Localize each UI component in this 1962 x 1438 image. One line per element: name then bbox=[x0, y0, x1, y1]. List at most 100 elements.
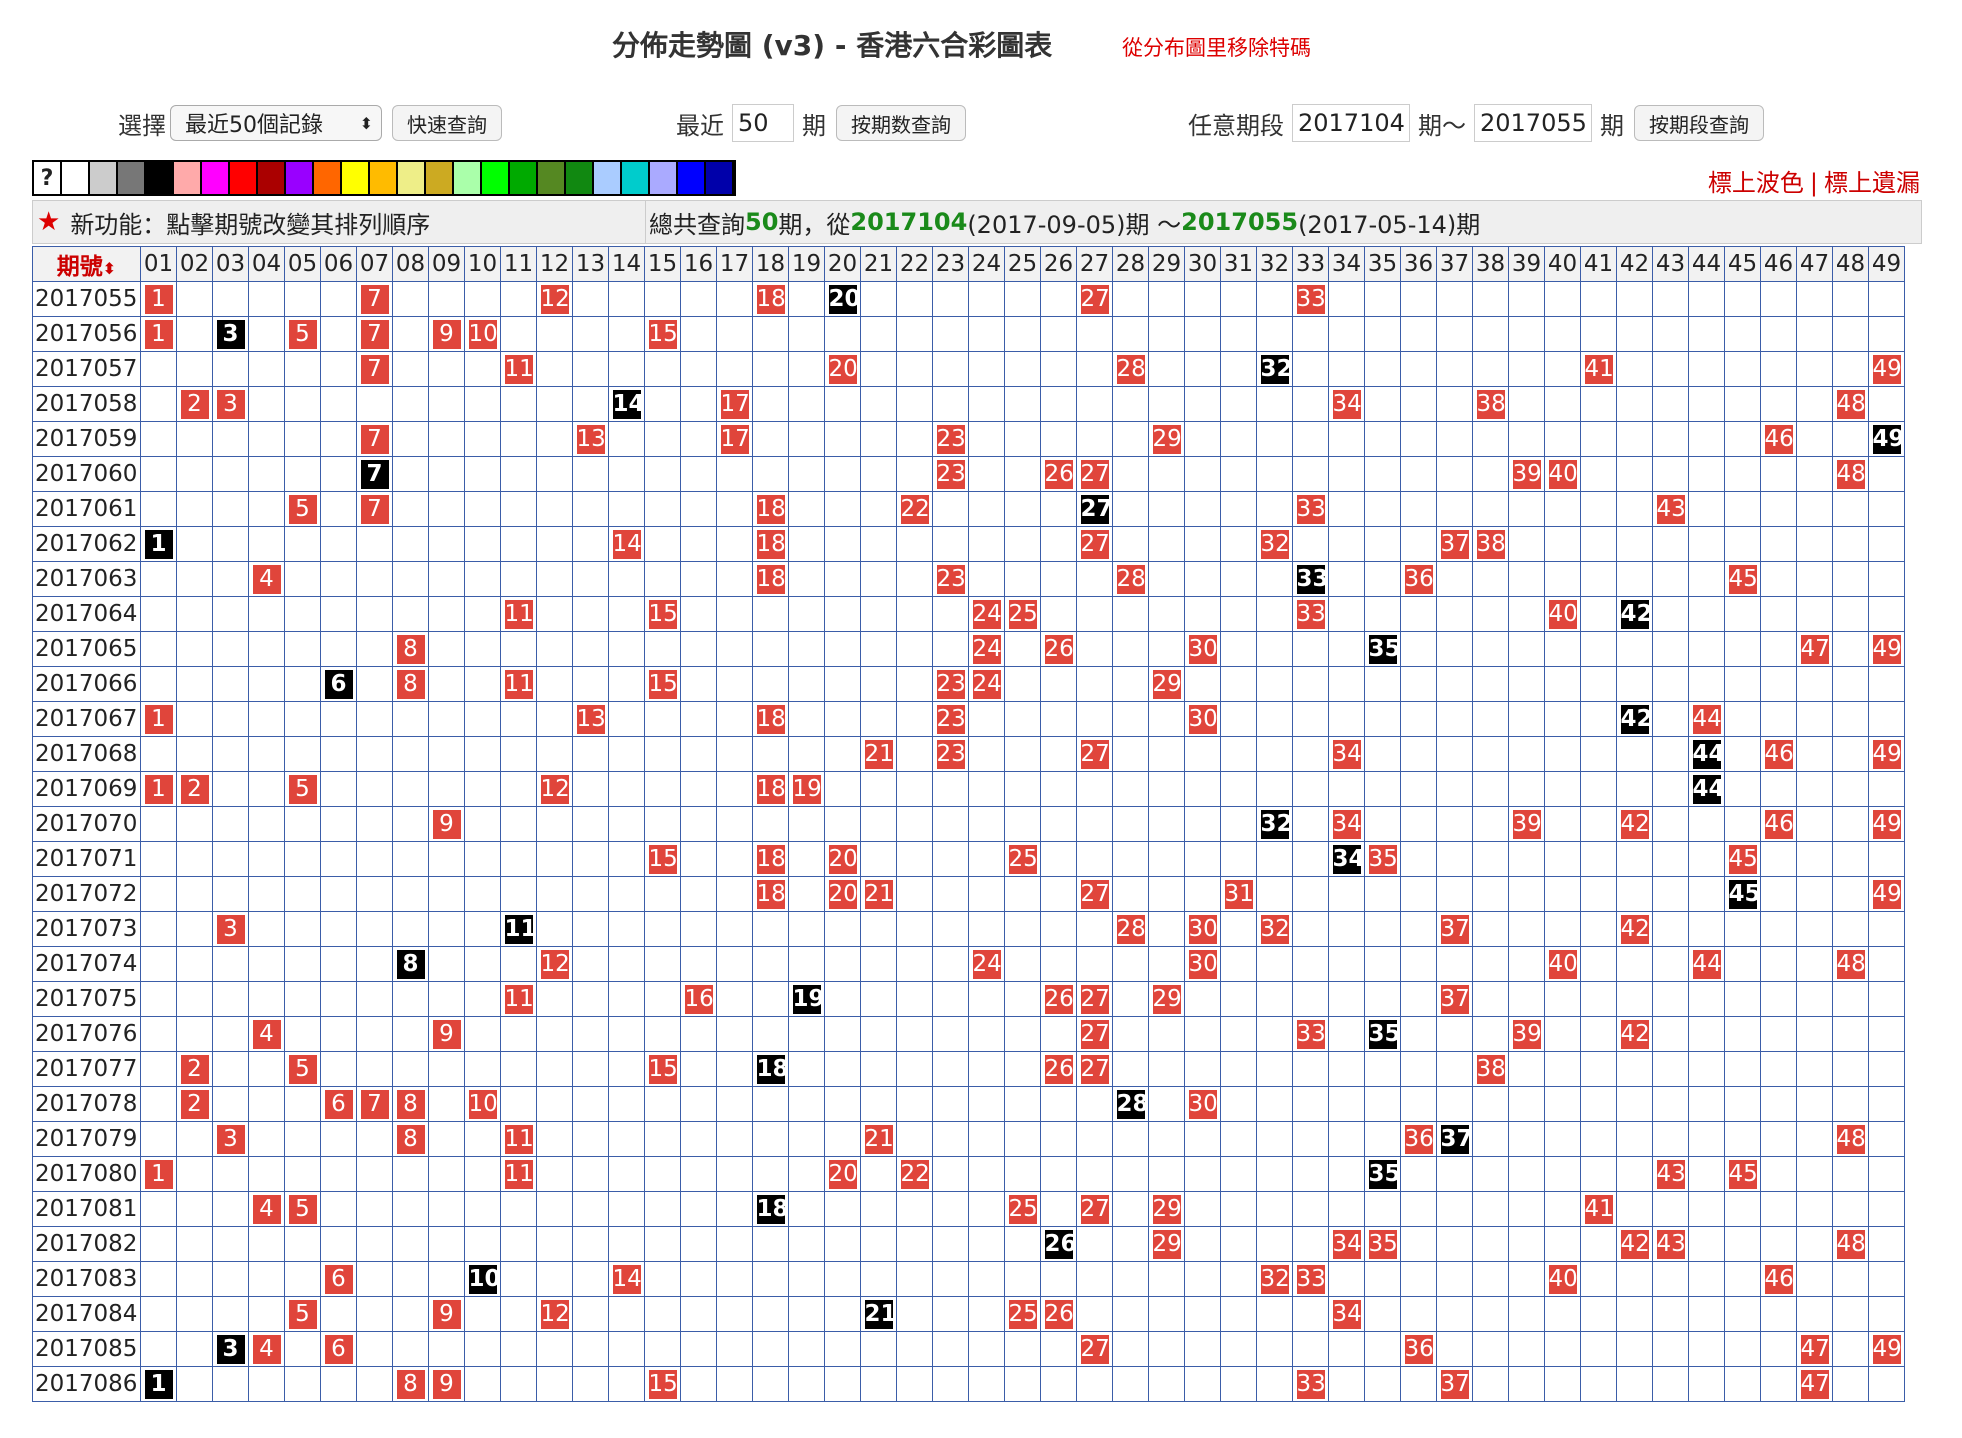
period-cell: 2017058 bbox=[32, 386, 141, 422]
drawn-number-ball: 37 bbox=[1440, 914, 1470, 944]
number-cell bbox=[284, 526, 321, 562]
table-row: 2017086 1 8 9 15 33 37 47 bbox=[32, 1366, 1905, 1402]
color-swatch[interactable] bbox=[678, 162, 706, 194]
range-from-input[interactable]: 2017104 bbox=[1292, 104, 1410, 142]
number-cell bbox=[1508, 421, 1545, 457]
number-cell bbox=[608, 1051, 645, 1087]
number-cell bbox=[500, 386, 537, 422]
number-cell bbox=[140, 596, 177, 632]
missing-link[interactable]: 標上遺漏 bbox=[1824, 169, 1920, 197]
number-cell bbox=[1724, 701, 1761, 737]
number-cell bbox=[716, 666, 753, 702]
color-swatch[interactable] bbox=[62, 162, 90, 194]
special-number-ball: 33 bbox=[1296, 564, 1329, 594]
number-cell bbox=[248, 386, 285, 422]
color-swatch[interactable] bbox=[286, 162, 314, 194]
number-cell bbox=[716, 526, 753, 562]
drawn-number-ball: 25 bbox=[1008, 1194, 1038, 1224]
quick-query-button[interactable]: 快速查詢 bbox=[392, 105, 502, 141]
period-cell: 2017059 bbox=[32, 421, 141, 457]
period-sort-header[interactable]: 期號⬍ bbox=[32, 246, 141, 282]
recent-count-input[interactable]: 50 bbox=[732, 104, 794, 142]
number-cell: 11 bbox=[500, 981, 537, 1017]
number-cell bbox=[1868, 1016, 1905, 1052]
color-swatch[interactable] bbox=[146, 162, 174, 194]
number-cell bbox=[1292, 1191, 1329, 1227]
color-swatch[interactable] bbox=[174, 162, 202, 194]
number-cell bbox=[608, 421, 645, 457]
number-cell bbox=[1724, 596, 1761, 632]
color-swatch[interactable] bbox=[314, 162, 342, 194]
number-cell bbox=[1148, 736, 1185, 772]
color-swatch-question[interactable]: ? bbox=[34, 162, 62, 194]
number-cell bbox=[356, 1366, 393, 1402]
number-cell bbox=[1688, 1016, 1725, 1052]
color-swatch[interactable] bbox=[650, 162, 678, 194]
number-cell bbox=[1616, 771, 1653, 807]
period-cell: 2017078 bbox=[32, 1086, 141, 1122]
number-cell: 35 bbox=[1364, 1016, 1401, 1052]
color-swatch[interactable] bbox=[426, 162, 454, 194]
number-cell bbox=[1040, 1261, 1077, 1297]
color-swatch[interactable] bbox=[118, 162, 146, 194]
color-swatch[interactable] bbox=[594, 162, 622, 194]
number-cell bbox=[1796, 666, 1833, 702]
table-row: 2017069 1 2 5 12 18 19 44 bbox=[32, 771, 1905, 807]
number-cell bbox=[1040, 911, 1077, 947]
number-cell: 8 bbox=[392, 946, 429, 982]
number-cell bbox=[140, 456, 177, 492]
color-swatch[interactable] bbox=[90, 162, 118, 194]
number-cell bbox=[896, 351, 933, 387]
number-cell: 49 bbox=[1868, 351, 1905, 387]
query-by-count-button[interactable]: 按期数查詢 bbox=[836, 105, 966, 141]
drawn-number-ball: 36 bbox=[1404, 564, 1434, 594]
number-cell bbox=[1616, 526, 1653, 562]
number-cell bbox=[1328, 1191, 1365, 1227]
color-swatch[interactable] bbox=[454, 162, 482, 194]
number-cell bbox=[716, 1226, 753, 1262]
number-cell bbox=[752, 1296, 789, 1332]
number-cell bbox=[1436, 876, 1473, 912]
number-cell: 36 bbox=[1400, 1121, 1437, 1157]
special-code-note: 從分布圖里移除特碼 bbox=[1122, 36, 1311, 60]
number-cell bbox=[1580, 281, 1617, 317]
number-cell bbox=[1184, 1121, 1221, 1157]
color-swatch[interactable] bbox=[482, 162, 510, 194]
color-swatch[interactable] bbox=[230, 162, 258, 194]
range-to-input[interactable]: 2017055 bbox=[1474, 104, 1592, 142]
record-count-select[interactable]: 最近50個記錄 ⬍ bbox=[170, 105, 382, 141]
number-cell bbox=[968, 491, 1005, 527]
number-cell: 32 bbox=[1256, 1261, 1293, 1297]
number-cell bbox=[824, 421, 861, 457]
table-row: 2017064 11 15 24 25 33 40 42 bbox=[32, 596, 1905, 632]
number-cell bbox=[1652, 1121, 1689, 1157]
number-cell bbox=[1220, 351, 1257, 387]
color-swatch[interactable] bbox=[342, 162, 370, 194]
number-cell bbox=[1688, 386, 1725, 422]
color-swatch[interactable] bbox=[566, 162, 594, 194]
number-cell bbox=[320, 1121, 357, 1157]
color-swatch[interactable] bbox=[202, 162, 230, 194]
color-swatch[interactable] bbox=[538, 162, 566, 194]
number-cell: 46 bbox=[1760, 736, 1797, 772]
wave-color-link[interactable]: 標上波色 bbox=[1708, 169, 1804, 197]
color-swatch[interactable] bbox=[706, 162, 734, 194]
number-cell bbox=[1436, 666, 1473, 702]
color-swatch[interactable] bbox=[398, 162, 426, 194]
color-swatch[interactable] bbox=[510, 162, 538, 194]
number-cell bbox=[320, 946, 357, 982]
number-cell: 5 bbox=[284, 1191, 321, 1227]
number-cell bbox=[752, 421, 789, 457]
number-cell bbox=[1184, 316, 1221, 352]
color-swatch[interactable] bbox=[370, 162, 398, 194]
number-cell bbox=[284, 876, 321, 912]
query-by-range-button[interactable]: 按期段查詢 bbox=[1634, 105, 1764, 141]
number-cell bbox=[1652, 386, 1689, 422]
color-swatch[interactable] bbox=[622, 162, 650, 194]
table-row: 2017058 2 3 14 17 34 38 48 bbox=[32, 386, 1905, 422]
color-swatch[interactable] bbox=[258, 162, 286, 194]
number-cell bbox=[1220, 911, 1257, 947]
number-cell bbox=[1364, 1366, 1401, 1402]
number-cell: 18 bbox=[752, 841, 789, 877]
number-cell bbox=[1724, 456, 1761, 492]
